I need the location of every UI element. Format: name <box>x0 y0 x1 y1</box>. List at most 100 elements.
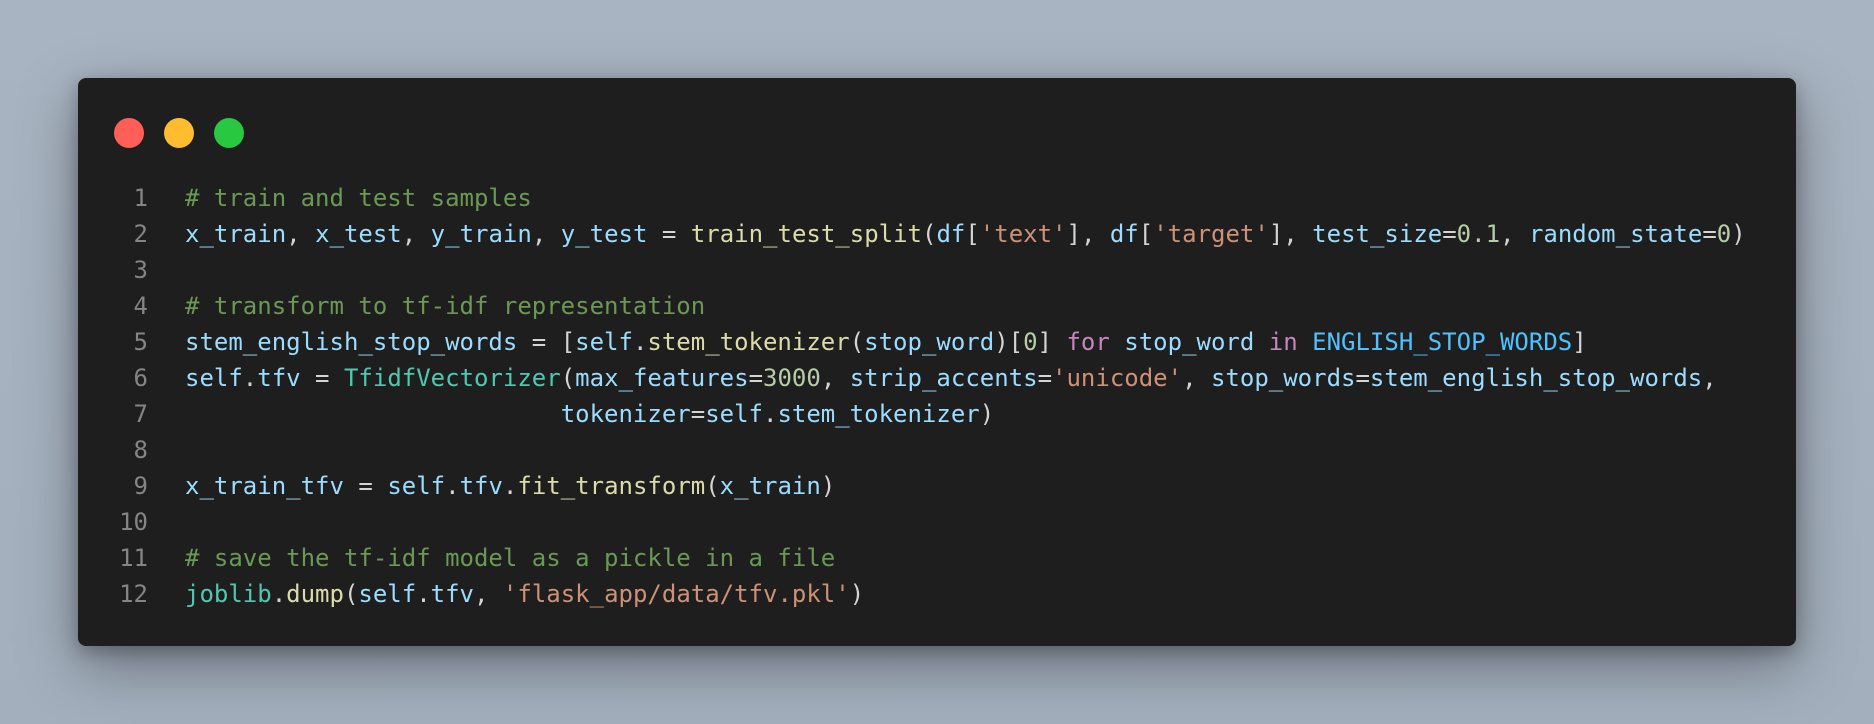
code-token-op: [ <box>1138 220 1154 248</box>
code-line: 7 tokenizer=self.stem_tokenizer) <box>78 396 1796 432</box>
code-token-op: ) <box>849 580 865 608</box>
code-block: 1 # train and test samples 2 x_train, x_tes… <box>78 180 1796 612</box>
line-number: 4 <box>133 292 148 320</box>
code-token-op: ( <box>560 364 576 392</box>
code-token-op: ( <box>343 580 359 608</box>
code-line: 3 <box>78 252 1796 288</box>
code-line: 10 <box>78 504 1796 540</box>
code-window: 1 # train and test samples 2 x_train, x_tes… <box>78 78 1796 646</box>
code-token-op <box>1110 328 1124 356</box>
code-token-var: x_train <box>719 472 821 500</box>
code-line-content: x_train, x_test, y_train, y_test = train… <box>148 216 1746 252</box>
code-line: 2 x_train, x_test, y_train, y_test = trai… <box>78 216 1796 252</box>
code-token-var: self <box>387 472 446 500</box>
minimize-button[interactable] <box>164 118 194 148</box>
code-line: 6 self.tfv = TfidfVectorizer(max_features… <box>78 360 1796 396</box>
code-line: 5 stem_english_stop_words = [self.stem_to… <box>78 324 1796 360</box>
code-line: 8 <box>78 432 1796 468</box>
code-token-var: test_size <box>1312 220 1443 248</box>
code-token-var: stop_word <box>1124 328 1255 356</box>
line-number: 5 <box>133 328 148 356</box>
code-token-op: = <box>1037 364 1053 392</box>
code-token-comment: # train and test samples <box>185 184 532 212</box>
code-token-str: 'unicode' <box>1052 364 1183 392</box>
code-token-kw: in <box>1268 328 1298 356</box>
code-token-kw: for <box>1066 328 1110 356</box>
code-token-op: = <box>690 400 706 428</box>
maximize-button[interactable] <box>214 118 244 148</box>
code-token-func: train_test_split <box>690 220 922 248</box>
code-line-content <box>148 504 185 540</box>
code-token-op: = <box>1442 220 1457 248</box>
code-token-var: self <box>358 580 417 608</box>
code-token-var: stem_english_stop_words <box>185 328 518 356</box>
line-number: 2 <box>133 220 148 248</box>
close-button[interactable] <box>114 118 144 148</box>
code-token-var: tfv <box>459 472 503 500</box>
code-token-var: stem_english_stop_words <box>1369 364 1703 392</box>
code-token-var: df <box>936 220 966 248</box>
code-token-comment: # transform to tf-idf representation <box>185 292 706 320</box>
code-token-op: = <box>647 220 691 248</box>
code-token-op: = <box>1702 220 1717 248</box>
line-number: 6 <box>133 364 148 392</box>
code-token-var: tfv <box>257 364 301 392</box>
code-token-op: ], <box>1066 220 1110 248</box>
code-token-str: 'text' <box>979 220 1067 248</box>
code-line: 9 x_train_tfv = self.tfv.fit_transform(x_… <box>78 468 1796 504</box>
code-token-var: y_test <box>560 220 648 248</box>
code-line-content: tokenizer=self.stem_tokenizer) <box>148 396 995 432</box>
line-number: 1 <box>133 184 148 212</box>
code-line-content: # train and test samples <box>148 180 532 216</box>
code-token-num: 0 <box>1023 328 1038 356</box>
code-token-class: TfidfVectorizer <box>343 364 561 392</box>
code-token-var: x_test <box>315 220 402 248</box>
code-token-num: 3000 <box>763 364 821 392</box>
code-token-op: ) <box>1731 220 1746 248</box>
code-token-op: = <box>300 364 344 392</box>
code-token-op: , <box>820 364 850 392</box>
code-token-var: stop_words <box>1210 364 1356 392</box>
code-token-op: ( <box>921 220 937 248</box>
code-line: 1 # train and test samples <box>78 180 1796 216</box>
line-number: 10 <box>119 508 148 536</box>
code-token-op: ], <box>1268 220 1313 248</box>
code-token-op: , <box>474 580 503 608</box>
code-token-op: . <box>416 580 431 608</box>
code-token-op: , <box>1500 220 1529 248</box>
code-token-func: fit_transform <box>517 472 706 500</box>
code-token-op: . <box>445 472 460 500</box>
code-line-content: x_train_tfv = self.tfv.fit_transform(x_t… <box>148 468 835 504</box>
code-token-op: , <box>401 220 431 248</box>
code-line-content <box>148 432 185 468</box>
code-token-var: stop_word <box>864 328 995 356</box>
code-token-var: random_state <box>1528 220 1703 248</box>
code-token-op: = <box>748 364 764 392</box>
line-number: 11 <box>119 544 148 572</box>
code-token-const: ENGLISH_STOP_WORDS <box>1312 328 1573 356</box>
code-token-var: x_train <box>185 220 287 248</box>
code-token-op: ] <box>1037 328 1067 356</box>
code-token-op: . <box>762 400 778 428</box>
code-line-content: joblib.dump(self.tfv, 'flask_app/data/tf… <box>148 576 864 612</box>
line-number: 3 <box>133 256 148 284</box>
line-number: 8 <box>133 436 148 464</box>
code-token-comment: # save the tf-idf model as a pickle in a… <box>185 544 836 572</box>
code-token-op <box>1298 328 1312 356</box>
code-token-op: )[ <box>994 328 1024 356</box>
code-token-var: self <box>705 400 763 428</box>
code-token-var: y_train <box>430 220 532 248</box>
code-token-num: 0 <box>1716 220 1732 248</box>
code-token-op <box>185 400 561 428</box>
code-token-op: . <box>632 328 648 356</box>
code-line-content: # transform to tf-idf representation <box>148 288 705 324</box>
window-controls <box>114 118 244 148</box>
code-token-op: . <box>271 580 287 608</box>
code-token-var: self <box>185 364 243 392</box>
code-token-op: . <box>242 364 258 392</box>
code-token-op: ( <box>849 328 865 356</box>
code-line-content <box>148 252 185 288</box>
code-token-op: , <box>1182 364 1211 392</box>
code-token-var: tokenizer <box>560 400 691 428</box>
code-token-op <box>1254 328 1268 356</box>
